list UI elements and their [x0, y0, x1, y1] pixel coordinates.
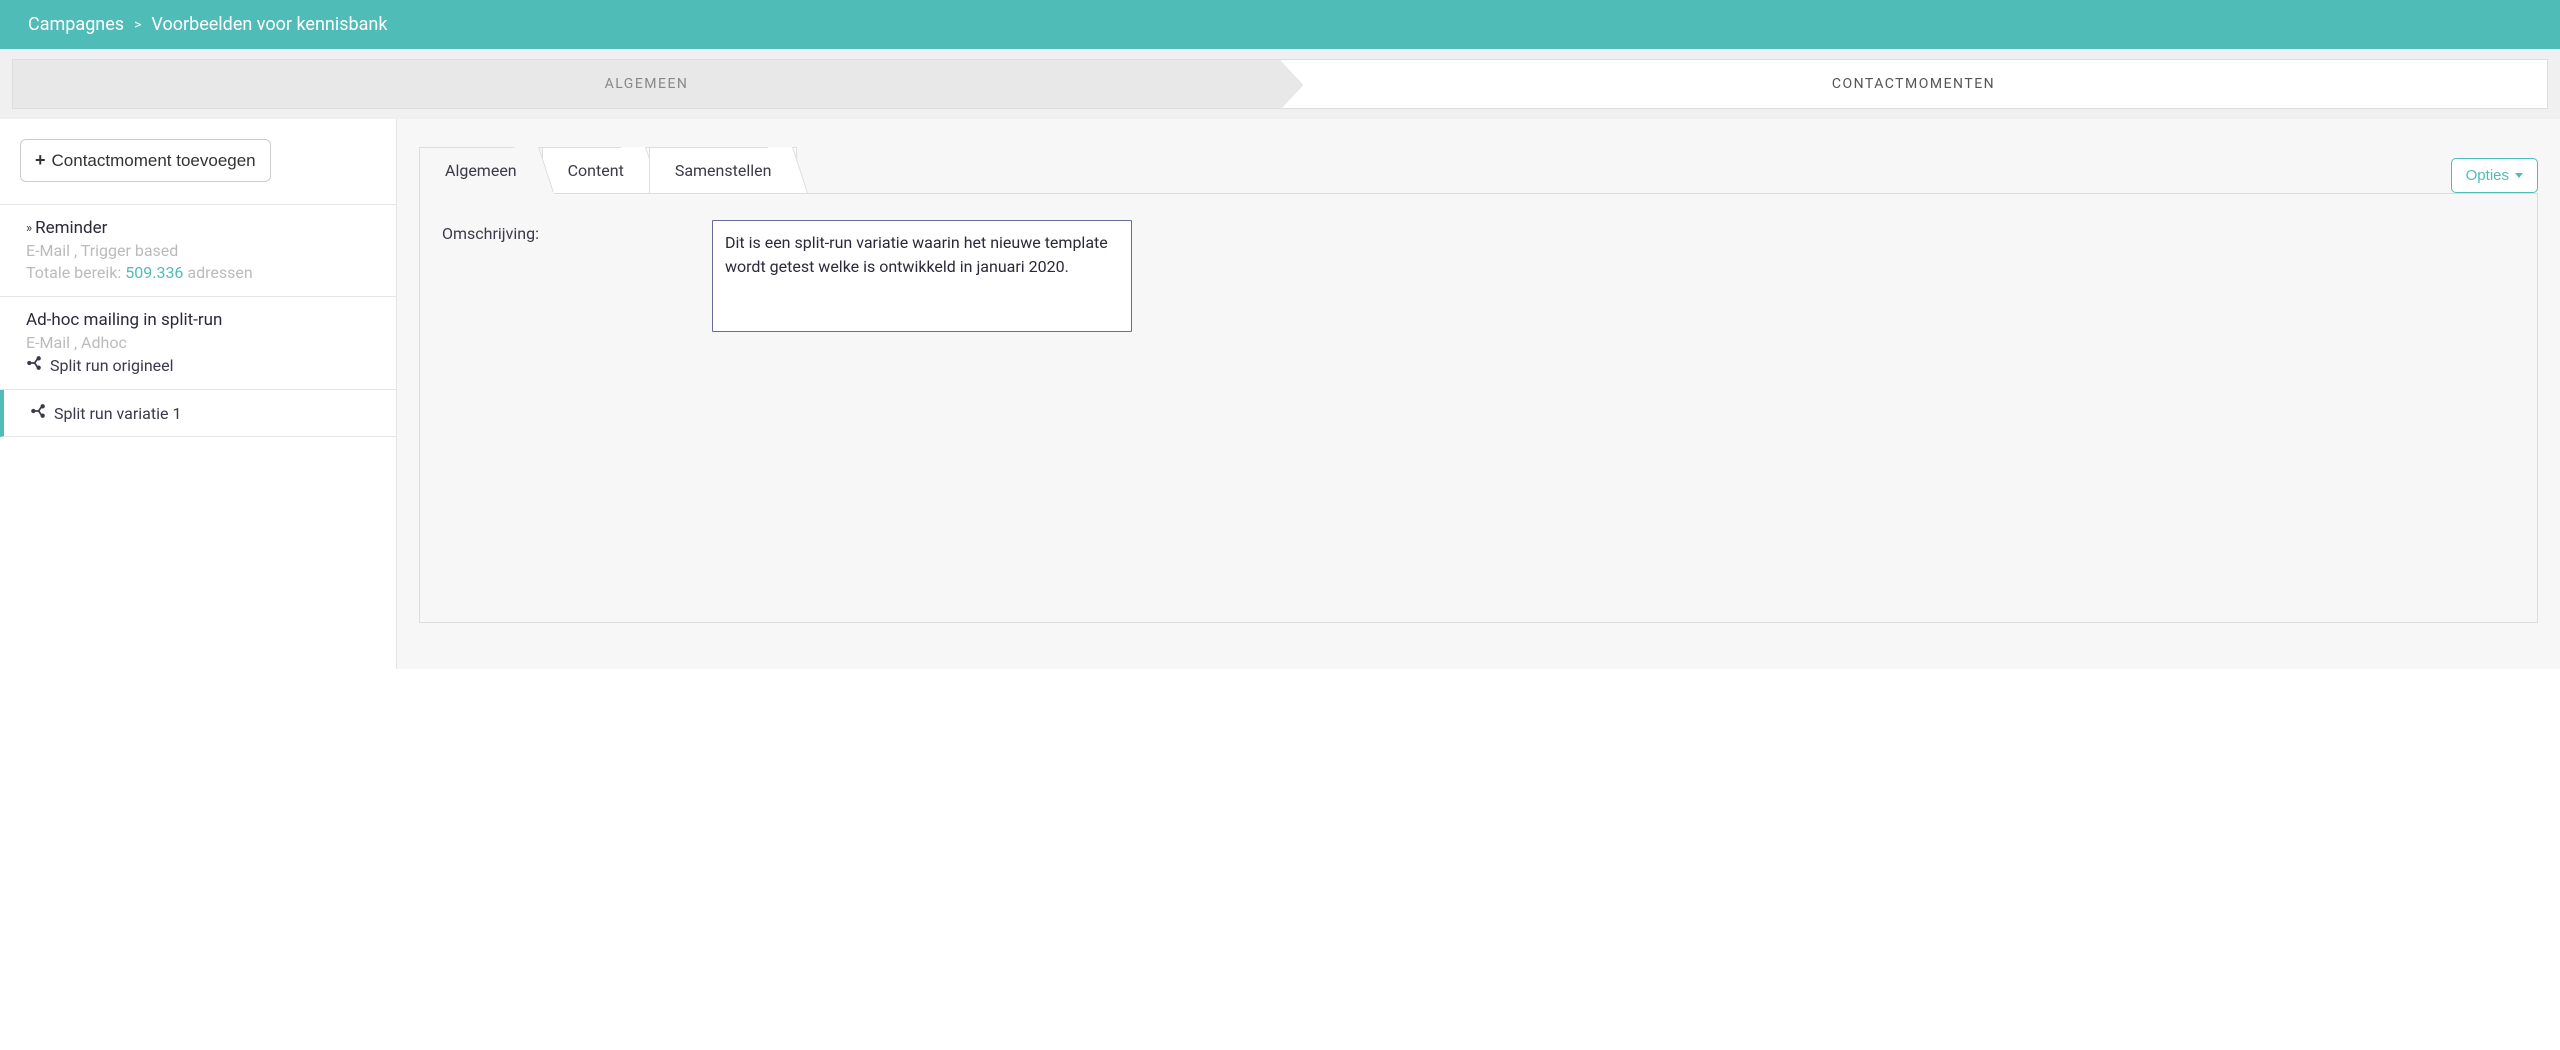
caret-down-icon	[2515, 173, 2523, 178]
item-meta-type: E-Mail , Trigger based	[26, 241, 374, 260]
split-original-label: Split run origineel	[50, 356, 174, 375]
split-icon	[30, 403, 46, 423]
sidebar-item-adhoc[interactable]: Ad-hoc mailing in split-run E-Mail , Adh…	[0, 297, 396, 390]
item-title: Ad-hoc mailing in split-run	[26, 310, 374, 330]
options-label: Opties	[2466, 167, 2509, 184]
chevron-double-right-icon: »	[26, 221, 29, 236]
description-textarea[interactable]	[712, 220, 1132, 332]
sidebar-top: + Contactmoment toevoegen	[0, 119, 396, 204]
reach-label: Totale bereik:	[26, 263, 121, 282]
item-meta-type: E-Mail , Adhoc	[26, 333, 374, 352]
chevron-right-icon: >	[134, 17, 141, 33]
field-description	[712, 220, 1132, 336]
reach-suffix: adressen	[187, 263, 252, 282]
item-title-text: Reminder	[35, 218, 107, 238]
top-tabs-container: ALGEMEEN CONTACTMOMENTEN	[0, 49, 2560, 119]
sub-tab-content[interactable]: Content	[542, 147, 650, 193]
breadcrumb-current: Voorbeelden voor kennisbank	[151, 14, 387, 35]
sub-tab-label: Samenstellen	[675, 161, 772, 180]
label-description: Omschrijving:	[442, 220, 692, 243]
item-title-text: Ad-hoc mailing in split-run	[26, 310, 222, 330]
sub-tabs: Algemeen Content Samenstellen	[419, 147, 796, 193]
sub-tab-label: Algemeen	[445, 161, 517, 180]
breadcrumb: Campagnes > Voorbeelden voor kennisbank	[28, 14, 387, 35]
item-meta-reach: Totale bereik: 509.336 adressen	[26, 263, 374, 282]
sidebar-item-reminder[interactable]: » Reminder E-Mail , Trigger based Totale…	[0, 205, 396, 297]
plus-icon: +	[35, 150, 46, 171]
header-bar: Campagnes > Voorbeelden voor kennisbank	[0, 0, 2560, 49]
sidebar: + Contactmoment toevoegen » Reminder E-M…	[0, 119, 397, 669]
form-row-description: Omschrijving:	[442, 220, 2515, 336]
tab-contactmomenten[interactable]: CONTACTMOMENTEN	[1280, 60, 2547, 108]
add-button-label: Contactmoment toevoegen	[52, 151, 256, 171]
top-tabs: ALGEMEEN CONTACTMOMENTEN	[12, 59, 2548, 109]
split-icon	[26, 355, 42, 375]
split-variation-label: Split run variatie 1	[54, 404, 181, 423]
reach-count: 509.336	[125, 263, 183, 282]
sub-tabs-row: Algemeen Content Samenstellen Opties	[419, 147, 2538, 193]
split-run-original[interactable]: Split run origineel	[26, 355, 374, 375]
content-wrapper: + Contactmoment toevoegen » Reminder E-M…	[0, 119, 2560, 669]
sub-tab-samenstellen[interactable]: Samenstellen	[649, 147, 798, 193]
add-contactmoment-button[interactable]: + Contactmoment toevoegen	[20, 139, 271, 182]
sub-tab-label: Content	[568, 161, 624, 180]
split-run-variation-1[interactable]: Split run variatie 1	[0, 390, 396, 437]
main-panel: Algemeen Content Samenstellen Opties Oms…	[397, 119, 2560, 669]
sub-tab-algemeen[interactable]: Algemeen	[419, 147, 543, 193]
tab-algemeen[interactable]: ALGEMEEN	[13, 60, 1280, 108]
item-title: » Reminder	[26, 218, 374, 238]
sidebar-list: » Reminder E-Mail , Trigger based Totale…	[0, 204, 396, 437]
form-area: Omschrijving:	[419, 193, 2538, 623]
breadcrumb-root[interactable]: Campagnes	[28, 14, 124, 35]
options-button[interactable]: Opties	[2451, 158, 2538, 193]
